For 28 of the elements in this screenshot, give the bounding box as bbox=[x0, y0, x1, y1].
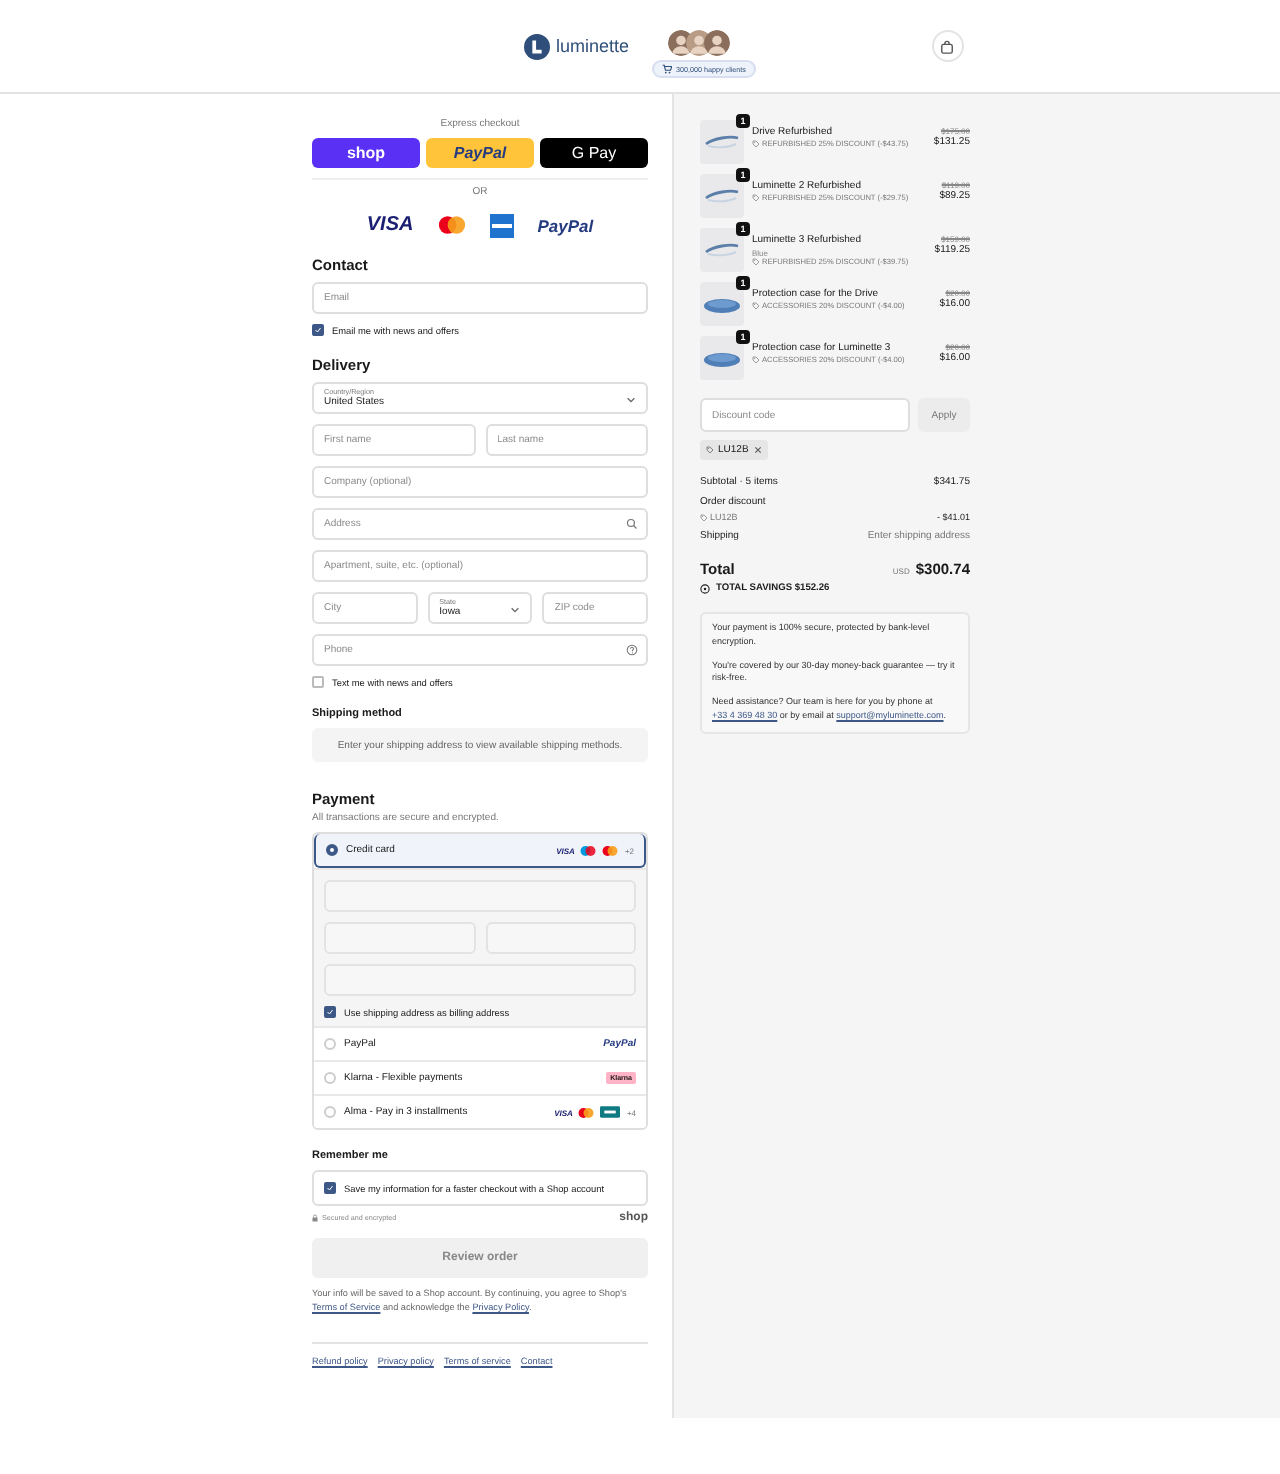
close-icon[interactable] bbox=[754, 446, 763, 454]
checkbox[interactable] bbox=[312, 324, 324, 336]
card-logo bbox=[600, 1106, 621, 1118]
visa-logo: VISA bbox=[366, 214, 414, 236]
mastercard-logo bbox=[578, 1107, 595, 1117]
brand-name: luminette bbox=[556, 36, 630, 56]
paypal-logo: PayPal bbox=[537, 215, 594, 235]
mastercard-logo bbox=[437, 216, 466, 234]
avatar bbox=[704, 30, 731, 56]
chevron-icon bbox=[626, 396, 636, 404]
bag-icon bbox=[940, 39, 955, 53]
mastercard-logo bbox=[602, 845, 619, 855]
radio-button[interactable] bbox=[326, 844, 338, 856]
shop-pay-button[interactable]: shop bbox=[312, 138, 420, 168]
maestro-logo bbox=[580, 845, 597, 855]
logo-icon bbox=[524, 33, 550, 59]
amex-logo bbox=[489, 213, 514, 237]
chevron-icon bbox=[510, 606, 521, 614]
lock-icon bbox=[312, 1214, 318, 1222]
help-icon bbox=[626, 644, 638, 656]
cart-button[interactable] bbox=[931, 30, 964, 62]
cart-icon bbox=[662, 64, 672, 74]
paypal-pay-button[interactable]: PayPal bbox=[426, 138, 534, 168]
checkbox[interactable] bbox=[312, 676, 324, 688]
checkbox[interactable] bbox=[324, 1182, 336, 1194]
checkbox[interactable] bbox=[324, 1006, 336, 1018]
gpay-pay-button[interactable]: G Pay bbox=[540, 138, 648, 168]
search-icon bbox=[626, 518, 638, 530]
